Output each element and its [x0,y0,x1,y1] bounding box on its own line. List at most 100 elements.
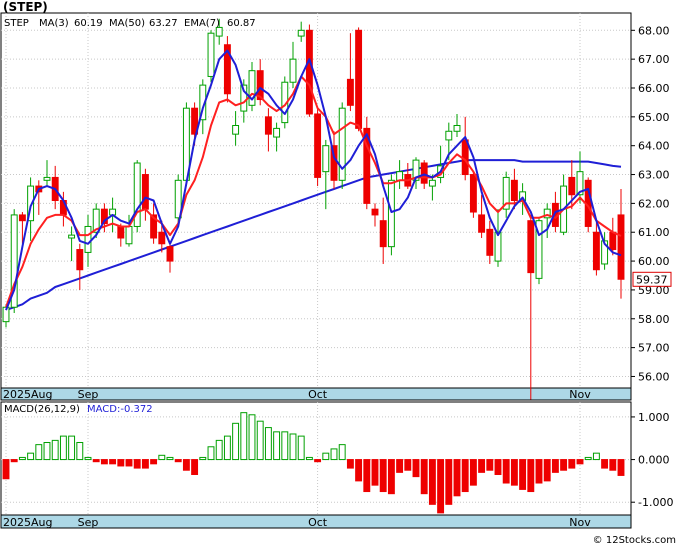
chart-root: 56.00 57.00 58.00 59.00 60.00 61.00 62.00 63.00… [0,0,680,546]
macd-bar [355,459,363,482]
macd-bar [371,459,379,486]
macd-bar [59,435,67,461]
date-label: Nov [569,388,591,401]
candle-body [420,162,428,184]
macd-bar [117,459,125,467]
candle-body [469,174,477,213]
macd-tick-label: -1.000 [638,496,673,509]
macd-bar [617,459,625,476]
macd-bar [35,444,43,461]
candle-body [166,246,174,262]
stock-chart: 56.0057.0058.0059.0060.0061.0062.0063.00… [0,0,676,546]
macd-bar [404,459,412,471]
macd-bar [396,459,404,473]
candle-body [568,176,576,196]
price-tick-label: 66.00 [638,82,670,95]
price-tick-label: 62.00 [638,197,670,210]
macd-bar [43,442,51,461]
date-label: Sep [78,516,99,529]
candle-body [592,231,600,271]
macd-bar [84,456,92,461]
macd-bar [363,459,371,493]
candle-body [379,220,387,248]
candle-body [158,231,166,245]
macd-bar [166,456,174,461]
macd-bar [428,459,436,505]
macd-bar [576,459,584,465]
candle-body [305,29,313,115]
macd-bar [100,459,108,465]
candle-body [207,32,215,77]
macd-bar [174,459,182,463]
macd-bar [461,459,469,493]
macd-bar [10,459,18,463]
macd-bar [76,442,84,461]
macd-bar [469,459,477,486]
macd-bar [387,459,395,495]
macd-bar [502,459,510,484]
macd-bar [551,459,559,473]
candle-body [264,116,272,135]
macd-bar [322,452,330,461]
candle-body [76,249,84,271]
macd-bar [568,459,576,469]
macd-bar [232,422,240,461]
legend-ma3-label: MA(3) [39,18,69,29]
macd-bar [584,456,592,461]
candle-body [355,29,363,129]
macd-bar [338,444,346,461]
candle-body [461,139,469,176]
macd-bar [109,459,117,465]
date-label: Sep [78,388,99,401]
price-tick-label: 65.00 [638,111,670,124]
macd-bar [2,459,10,480]
candle-body [141,174,149,210]
macd-bar [18,456,26,461]
price-legend: STEP MA(3) 60.19 MA(50) 63.27 EMA(7) 60.… [4,18,256,29]
macd-bar [191,459,199,475]
macd-axis: 1.000 0.000 -1.000 [631,411,673,509]
legend-ema7-value: 60.87 [227,18,256,29]
macd-tick-label: 1.000 [638,411,670,424]
legend-ma50-label: MA(50) [109,18,145,29]
candle-body [117,225,125,239]
macd-bar [519,459,527,490]
macd-bar [281,431,289,461]
macd-bar [346,459,354,469]
macd-bar [125,459,133,467]
date-label: Oct [308,516,328,529]
macd-bar [289,433,297,461]
macd-bar [248,414,256,461]
macd-bar [150,459,158,465]
legend-ema7-label: EMA(7) [184,18,220,29]
macd-bar [27,452,35,461]
macd-bar [601,459,609,469]
date-label: Oct [308,388,328,401]
candle-body [445,130,453,141]
date-label: 2025Aug [3,388,52,401]
price-tick-label: 63.00 [638,169,670,182]
price-tick-label: 56.00 [638,370,670,383]
macd-bar [543,459,551,482]
macd-label: MACD(26,12,9) [4,404,80,415]
macd-bar [207,446,215,461]
candle-body [527,220,535,274]
macd-bar [535,459,543,484]
macd-bar [92,459,100,463]
price-tick-label: 64.00 [638,140,670,153]
candle-body [371,208,379,216]
candle-body [346,78,354,106]
macd-bar [305,456,313,461]
macd-bar [609,459,617,471]
date-label: Nov [569,516,591,529]
macd-bar [223,435,231,461]
macd-bar [158,454,166,461]
macd-bar [256,420,264,461]
date-label: 2025Aug [3,516,52,529]
macd-bar [527,459,535,493]
macd-bar [478,459,486,473]
price-tick-label: 67.00 [638,53,670,66]
macd-bar [453,459,461,497]
macd-bar [199,456,207,461]
macd-bar [68,435,76,461]
